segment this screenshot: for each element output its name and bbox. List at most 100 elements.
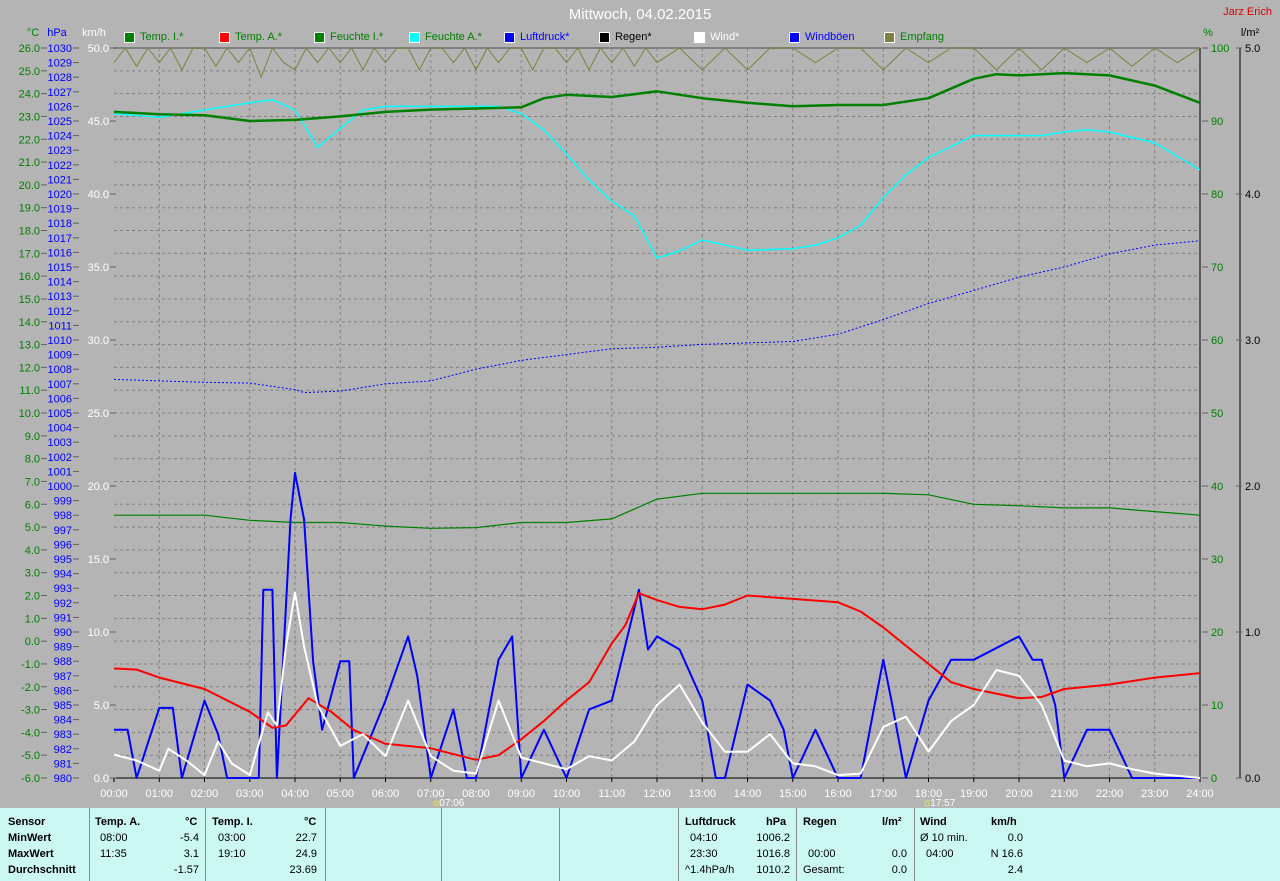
legend-item[interactable]: Luftdruck*	[504, 31, 599, 43]
legend-swatch-icon	[504, 31, 515, 43]
tick-label-pressure: 1018	[48, 218, 72, 230]
tick-label-temp: 15.0	[19, 294, 40, 306]
pressure-unit: hPa	[766, 816, 787, 828]
x-tick-label: 11:00	[598, 788, 625, 800]
tick-label-pressure: 990	[54, 627, 72, 639]
tick-label-pressure: 987	[54, 671, 72, 683]
legend-item[interactable]: Feuchte A.*	[409, 31, 504, 43]
legend-item[interactable]: Temp. I.*	[124, 31, 219, 43]
tick-label-temp: 17.0	[19, 248, 40, 260]
temp-i-max-time: 19:10	[218, 848, 246, 860]
tick-label-pressure: 1007	[48, 379, 72, 391]
pressure-min: 1006.2	[756, 832, 790, 844]
tick-label-wind: 40.0	[88, 189, 109, 201]
tick-label-pressure: 989	[54, 642, 72, 654]
x-tick-label: 23:00	[1141, 788, 1169, 800]
x-tick-label: 12:00	[643, 788, 671, 800]
x-tick-label: 24:00	[1186, 788, 1214, 800]
tick-label-pressure: 999	[54, 496, 72, 508]
legend-item[interactable]: Empfang	[884, 31, 979, 43]
tick-label-pressure: 1005	[48, 408, 72, 420]
tick-label-temp: 25.0	[19, 66, 40, 78]
legend-label: Feuchte I.*	[330, 31, 384, 43]
x-tick-label: 21:00	[1050, 788, 1078, 800]
legend-label: Wind*	[710, 31, 740, 43]
tick-label-wind: 30.0	[88, 335, 109, 347]
pressure-trend: ^1.4hPa/h	[685, 864, 735, 876]
axis-unit-wind: km/h	[82, 27, 106, 39]
tick-label-pressure: 1004	[48, 423, 72, 435]
legend-label: Temp. I.*	[140, 31, 184, 43]
tick-label-temp: 20.0	[19, 180, 40, 192]
tick-label-humidity: 80	[1211, 189, 1223, 201]
row-label-avg: Durchschnitt	[8, 864, 76, 876]
tick-label-pressure: 1003	[48, 437, 72, 449]
tick-label-temp: 6.0	[25, 499, 40, 511]
tick-label-temp: -5.0	[21, 750, 40, 762]
tick-label-pressure: 985	[54, 700, 72, 712]
rain-unit: l/m²	[882, 816, 902, 828]
x-tick-label: 14:00	[734, 788, 762, 800]
x-tick-label: 04:00	[281, 788, 309, 800]
legend-item[interactable]: Feuchte I.*	[314, 31, 409, 43]
tick-label-pressure: 1017	[48, 233, 72, 245]
tick-label-temp: 7.0	[25, 476, 40, 488]
tick-label-temp: 4.0	[25, 545, 40, 557]
temp-a-unit: °C	[185, 816, 198, 828]
tick-label-temp: 3.0	[25, 568, 40, 580]
tick-label-humidity: 60	[1211, 335, 1223, 347]
temp-a-max: 3.1	[183, 848, 199, 860]
tick-label-temp: 12.0	[19, 362, 40, 374]
x-tick-label: 00:00	[100, 788, 128, 800]
x-tick-label: 22:00	[1096, 788, 1124, 800]
tick-label-pressure: 1021	[48, 174, 72, 186]
legend-swatch-icon	[694, 31, 705, 43]
tick-label-pressure: 984	[54, 715, 72, 727]
legend-item[interactable]: Temp. A.*	[219, 31, 314, 43]
legend-swatch-icon	[789, 31, 800, 43]
temp-i-min: 22.7	[295, 832, 317, 844]
tick-label-pressure: 991	[54, 612, 72, 624]
author-label: Jarz Erich	[1223, 6, 1272, 18]
tick-label-humidity: 50	[1211, 408, 1223, 420]
tick-label-pressure: 1029	[48, 58, 72, 70]
tick-label-rain: 2.0	[1245, 481, 1260, 493]
x-tick-label: 20:00	[1005, 788, 1033, 800]
sun-marker-label: 07:06	[439, 798, 464, 808]
tick-label-pressure: 1010	[48, 335, 72, 347]
tick-label-temp: -3.0	[21, 705, 40, 717]
legend-swatch-icon	[409, 31, 420, 43]
legend-item[interactable]: Regen*	[599, 31, 694, 43]
legend-label: Feuchte A.*	[425, 31, 482, 43]
tick-label-pressure: 1025	[48, 116, 72, 128]
tick-label-humidity: 70	[1211, 262, 1223, 274]
tick-label-pressure: 993	[54, 583, 72, 595]
tick-label-pressure: 982	[54, 744, 72, 756]
tick-label-temp: 16.0	[19, 271, 40, 283]
tick-label-pressure: 1022	[48, 160, 72, 172]
legend-item[interactable]: Wind*	[694, 31, 789, 43]
wind-max-time: 04:00	[926, 848, 954, 860]
legend-swatch-icon	[599, 31, 610, 43]
tick-label-rain: 5.0	[1245, 43, 1260, 55]
tick-label-pressure: 1026	[48, 101, 72, 113]
temp-a-header: Temp. A.	[95, 816, 141, 828]
tick-label-pressure: 1011	[48, 320, 72, 332]
tick-label-wind: 35.0	[88, 262, 109, 274]
tick-label-pressure: 1023	[48, 145, 72, 157]
tick-label-pressure: 986	[54, 685, 72, 697]
tick-label-pressure: 980	[54, 773, 72, 785]
tick-label-pressure: 988	[54, 656, 72, 668]
tick-label-pressure: 1001	[48, 466, 72, 478]
tick-label-pressure: 1009	[48, 350, 72, 362]
rain-total-label: Gesamt:	[803, 864, 845, 876]
tick-label-pressure: 995	[54, 554, 72, 566]
pressure-max-time: 23:30	[690, 848, 718, 860]
legend-item[interactable]: Windböen	[789, 31, 884, 43]
tick-label-temp: 21.0	[19, 157, 40, 169]
legend-label: Regen*	[615, 31, 652, 43]
x-tick-label: 05:00	[326, 788, 354, 800]
tick-label-wind: 5.0	[94, 700, 109, 712]
pressure-header: Luftdruck	[685, 816, 736, 828]
wind-avg: 2.4	[1007, 864, 1023, 876]
